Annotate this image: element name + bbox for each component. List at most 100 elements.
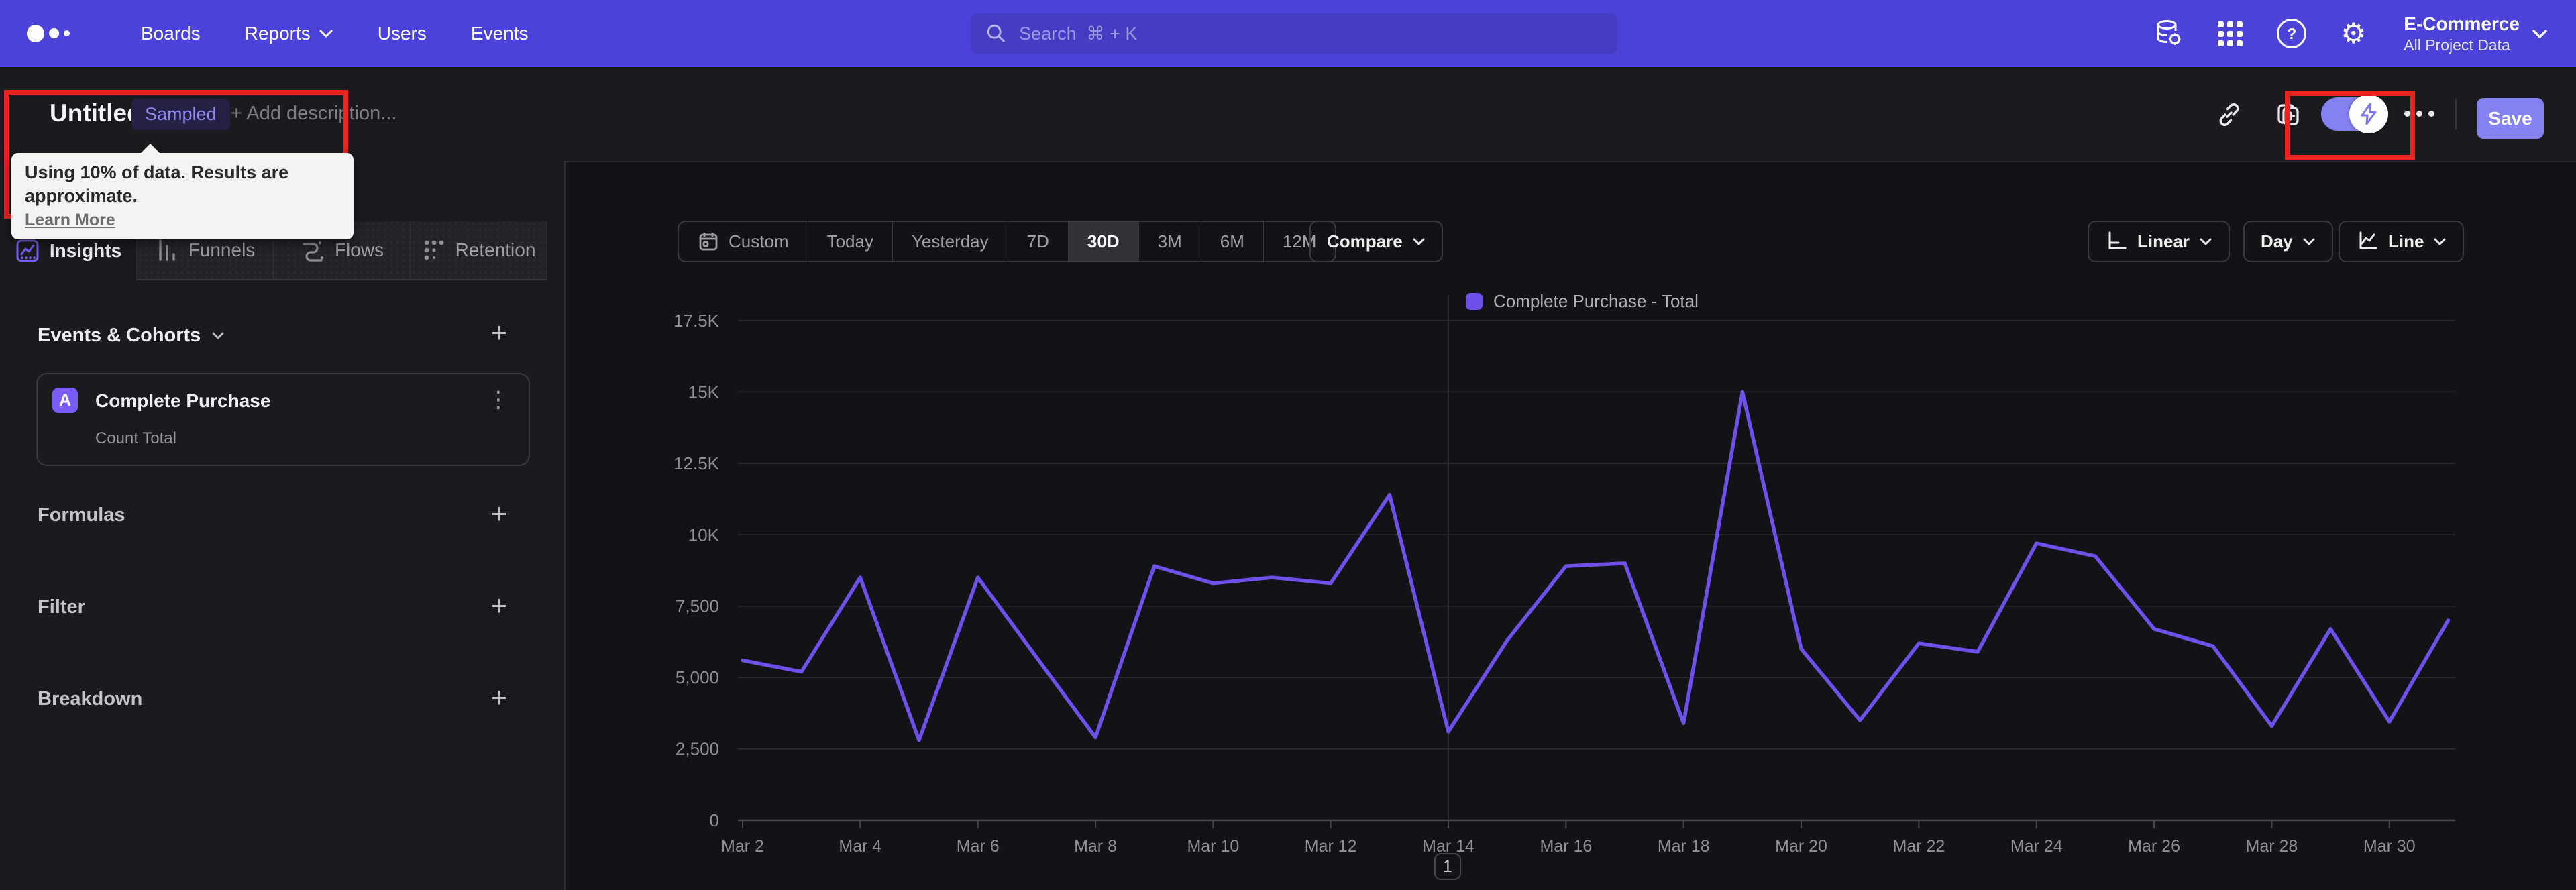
search-input[interactable]	[1018, 22, 1603, 45]
x-axis-tick: Mar 16	[1540, 837, 1592, 856]
interval-label: Day	[2261, 231, 2293, 252]
section-label: Events & Cohorts	[38, 325, 201, 346]
nav-item-label: Reports	[244, 23, 311, 44]
add-event-button[interactable]: +	[486, 317, 513, 349]
kebab-menu-icon[interactable]: ⋮	[487, 386, 510, 413]
more-menu-icon[interactable]	[2404, 111, 2434, 117]
range-7d[interactable]: 7D	[1008, 222, 1069, 261]
range-today[interactable]: Today	[808, 222, 893, 261]
chevron-down-icon	[2532, 29, 2547, 38]
range-3m[interactable]: 3M	[1139, 222, 1201, 261]
data-management-icon[interactable]	[2153, 18, 2184, 49]
x-axis-tick: Mar 20	[1775, 837, 1827, 856]
range-label: Custom	[729, 231, 789, 252]
section-filter: Filter	[38, 596, 85, 618]
event-metric[interactable]: Count Total	[95, 429, 176, 448]
apps-grid-icon[interactable]	[2214, 18, 2245, 49]
nav-item-users[interactable]: Users	[378, 23, 427, 44]
line-chart-icon	[2359, 231, 2377, 249]
x-axis-tick: Mar 30	[2363, 837, 2416, 856]
settings-gear-icon[interactable]: ⚙	[2338, 18, 2369, 49]
series-pagination[interactable]: 1	[1434, 853, 1461, 880]
x-axis-tick: Mar 2	[721, 837, 764, 856]
event-name[interactable]: Complete Purchase	[95, 390, 270, 412]
y-axis-tick: 2,500	[676, 739, 719, 759]
divider	[2455, 99, 2457, 129]
save-to-board-icon[interactable]	[2274, 101, 2302, 129]
event-card[interactable]: A Complete Purchase ⋮ Count Total	[36, 373, 530, 466]
compare-dropdown[interactable]: Compare	[1309, 221, 1443, 262]
x-axis-tick: Mar 26	[2128, 837, 2180, 856]
nav-item-boards[interactable]: Boards	[141, 23, 201, 44]
tab-label: Retention	[455, 239, 536, 260]
report-title[interactable]: Untitled	[50, 99, 142, 127]
scale-dropdown[interactable]: Linear	[2088, 221, 2231, 262]
sampled-badge[interactable]: Sampled	[131, 99, 230, 130]
events-cohorts-header[interactable]: Events & Cohorts	[38, 325, 225, 347]
tab-label: Funnels	[188, 239, 256, 260]
x-axis-tick: Mar 10	[1187, 837, 1239, 856]
copy-link-icon[interactable]	[2215, 101, 2243, 129]
chevron-down-icon	[319, 30, 333, 38]
nav-item-label: Users	[377, 23, 427, 44]
chevron-down-icon	[2303, 238, 2315, 245]
x-axis-tick: Mar 8	[1074, 837, 1117, 856]
tooltip-message: Using 10% of data. Results are approxima…	[25, 162, 289, 207]
nav-item-label: Events	[470, 23, 529, 44]
event-letter-badge: A	[52, 388, 78, 413]
tab-retention[interactable]: Retention	[411, 221, 547, 280]
chart-type-dropdown[interactable]: Line	[2339, 221, 2465, 262]
range-label: 3M	[1157, 231, 1182, 252]
search-icon	[987, 24, 1005, 42]
flows-icon	[303, 241, 323, 262]
range-label: Today	[826, 231, 873, 252]
add-breakdown-button[interactable]: +	[486, 681, 513, 714]
range-custom[interactable]: Custom	[679, 222, 808, 261]
linear-axis-icon	[2108, 231, 2127, 249]
y-axis-tick: 17.5K	[674, 311, 720, 331]
section-formulas: Formulas	[38, 504, 125, 526]
help-icon[interactable]: ?	[2276, 18, 2307, 49]
tooltip-arrow	[140, 144, 160, 154]
y-axis-tick: 0	[710, 810, 719, 830]
chevron-down-icon	[2200, 238, 2212, 245]
x-axis-tick: Mar 18	[1658, 837, 1710, 856]
interval-dropdown[interactable]: Day	[2243, 221, 2333, 262]
sampling-toggle[interactable]	[2321, 95, 2388, 133]
add-filter-button[interactable]: +	[486, 590, 513, 622]
nav-item-label: Boards	[141, 23, 201, 44]
y-axis-tick: 7,500	[676, 596, 719, 616]
nav-item-events[interactable]: Events	[471, 23, 529, 44]
project-name: All Project Data	[2404, 36, 2510, 54]
range-label: 7D	[1026, 231, 1049, 252]
org-name: E-Commerce	[2404, 13, 2520, 35]
date-range-control: Custom Today Yesterday 7D 30D 3M 6M 12M	[678, 221, 1337, 262]
chart-legend[interactable]: Complete Purchase - Total	[1466, 291, 1699, 312]
y-axis-tick: 5,000	[676, 667, 719, 687]
chevron-down-icon	[2434, 238, 2446, 245]
save-button[interactable]: Save	[2477, 98, 2544, 139]
mixpanel-logo-icon[interactable]	[27, 25, 70, 42]
toggle-knob	[2349, 95, 2388, 133]
series-line[interactable]	[741, 390, 2451, 742]
y-axis-tick: 10K	[688, 524, 720, 545]
chevron-down-icon	[212, 332, 224, 339]
range-yesterday[interactable]: Yesterday	[893, 222, 1008, 261]
learn-more-link[interactable]: Learn More	[25, 211, 115, 230]
add-formula-button[interactable]: +	[486, 498, 513, 530]
add-description[interactable]: + Add description...	[231, 103, 396, 125]
legend-label: Complete Purchase - Total	[1493, 291, 1699, 311]
x-axis-tick: Mar 12	[1305, 837, 1357, 856]
nav-item-reports[interactable]: Reports	[245, 23, 333, 44]
x-axis-tick: Mar 4	[839, 837, 881, 856]
x-axis-tick: Mar 22	[1892, 837, 1945, 856]
range-30d[interactable]: 30D	[1068, 222, 1139, 261]
insights-icon	[16, 239, 39, 262]
x-axis-tick: Mar 24	[2010, 837, 2063, 856]
range-6m[interactable]: 6M	[1201, 222, 1264, 261]
section-breakdown: Breakdown	[38, 688, 143, 710]
tab-label: Insights	[49, 240, 122, 261]
project-switcher[interactable]: E-Commerce All Project Data	[2400, 12, 2548, 55]
search-bar[interactable]	[971, 13, 1617, 54]
y-axis-tick: 12.5K	[674, 453, 720, 474]
